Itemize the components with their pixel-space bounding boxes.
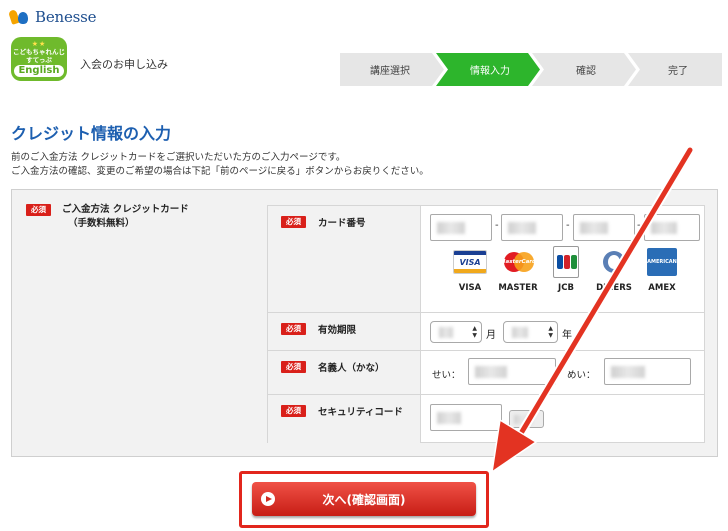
security-code-help-button[interactable] <box>509 410 544 428</box>
brand-name: Benesse <box>35 8 97 26</box>
benesse-mark-icon <box>8 8 32 26</box>
card-brand-diners: DINERS <box>590 250 638 293</box>
expiry-month-select[interactable]: ▲ ▼ <box>430 321 482 343</box>
card-brand-name: AMEX <box>648 283 676 293</box>
holder-label: 名義人（かな） <box>318 363 385 374</box>
card-separator: - <box>566 220 570 231</box>
mastercard-icon: MasterCard <box>501 250 535 274</box>
intro-line-2: ご入金方法の確認、変更のご希望の場合は下記「前のページに戻る」ボタンからお戻りく… <box>11 166 429 177</box>
amex-icon: AMERICAN <box>647 248 677 276</box>
holder-mei-input[interactable] <box>604 358 691 385</box>
required-badge: 必須 <box>281 216 306 228</box>
card-number-field-1[interactable] <box>430 214 492 241</box>
select-arrows-icon: ▲ ▼ <box>472 325 477 339</box>
visa-icon: VISA <box>453 250 487 274</box>
step-info-input: 情報入力 <box>440 53 540 86</box>
card-number-label-cell: 必須 カード番号 <box>268 206 421 312</box>
card-brand-name: DINERS <box>596 283 632 293</box>
step-label: 完了 <box>668 66 688 77</box>
page-title: クレジット情報の入力 <box>11 124 172 143</box>
holder-sei-input[interactable] <box>468 358 556 385</box>
next-confirm-button[interactable]: 次へ(確認画面) <box>252 482 476 516</box>
year-unit: 年 <box>562 330 572 341</box>
card-number-field-2[interactable] <box>501 214 563 241</box>
holder-label-cell: 必須 名義人（かな） <box>268 351 421 394</box>
required-badge: 必須 <box>26 204 51 216</box>
expiry-year-select[interactable]: ▲ ▼ <box>503 321 558 343</box>
intro-text: 前のご入金方法 クレジットカードをご選択いただいた方のご入力ページです。 ご入金… <box>11 151 429 179</box>
step-course-select: 講座選択 <box>340 53 440 86</box>
card-number-field-4[interactable] <box>644 214 700 241</box>
card-separator: - <box>495 220 499 231</box>
expiry-label-cell: 必須 有効期限 <box>268 313 421 350</box>
security-code-row: 必須 セキュリティコード <box>268 395 704 443</box>
card-brands: VISA VISA MasterCard MASTER JCB DINERS A… <box>446 246 686 293</box>
card-brand-name: VISA <box>458 283 482 293</box>
course-logo-line2: すてっぷ <box>26 56 52 64</box>
card-number-row: 必須 カード番号 - - - VISA VISA MasterCard MAST… <box>268 206 704 313</box>
card-brand-visa: VISA VISA <box>446 250 494 293</box>
security-code-label-cell: 必須 セキュリティコード <box>268 395 421 443</box>
required-badge: 必須 <box>281 323 306 335</box>
card-separator: - <box>637 220 641 231</box>
step-complete: 完了 <box>632 53 724 86</box>
jcb-icon <box>553 246 579 278</box>
payment-method-line1: ご入金方法 クレジットカード <box>62 204 189 215</box>
required-badge: 必須 <box>281 405 306 417</box>
play-icon <box>261 492 275 506</box>
step-confirm: 確認 <box>536 53 636 86</box>
card-brand-jcb: JCB <box>542 246 590 293</box>
holder-row: 必須 名義人（かな） せい： めい： <box>268 351 704 395</box>
course-logo: ★★ こどもちゃれんじ すてっぷ English <box>11 37 67 81</box>
required-badge: 必須 <box>281 361 306 373</box>
stars-icon: ★★ <box>31 40 47 48</box>
step-label: 講座選択 <box>370 66 410 77</box>
sei-label: せい： <box>432 370 461 381</box>
course-logo-main: English <box>14 65 64 77</box>
progress-steps: 講座選択 情報入力 確認 完了 <box>340 53 722 86</box>
card-brand-name: JCB <box>558 283 574 293</box>
card-info-table: 必須 カード番号 - - - VISA VISA MasterCard MAST… <box>267 205 705 443</box>
card-number-field-3[interactable] <box>573 214 635 241</box>
security-code-label: セキュリティコード <box>318 407 403 418</box>
select-arrows-icon: ▲ ▼ <box>548 325 553 339</box>
apply-title: 入会のお申し込み <box>80 58 168 71</box>
expiry-row: 必須 有効期限 ▲ ▼ 月 ▲ ▼ 年 <box>268 313 704 351</box>
submit-highlight: 次へ(確認画面) <box>239 471 489 528</box>
intro-line-1: 前のご入金方法 クレジットカードをご選択いただいた方のご入力ページです。 <box>11 152 346 163</box>
diners-icon <box>597 250 631 274</box>
security-code-input[interactable] <box>430 404 502 431</box>
expiry-label: 有効期限 <box>318 325 357 336</box>
card-brand-name: MASTER <box>498 283 538 293</box>
card-brand-master: MasterCard MASTER <box>494 250 542 293</box>
card-brand-amex: AMERICAN AMEX <box>638 248 686 293</box>
card-number-label: カード番号 <box>318 218 366 229</box>
payment-method-line2: （手数料無料） <box>68 218 135 229</box>
payment-method-label: ご入金方法 クレジットカード （手数料無料） <box>62 203 189 231</box>
step-label: 情報入力 <box>470 66 510 77</box>
benesse-logo: Benesse <box>8 8 97 26</box>
step-label: 確認 <box>576 66 596 77</box>
next-button-label: 次へ(確認画面) <box>322 492 406 507</box>
credit-form: 必須 ご入金方法 クレジットカード （手数料無料） 必須 カード番号 - - - <box>11 189 718 457</box>
mei-label: めい： <box>567 370 596 381</box>
course-logo-line1: こどもちゃれんじ <box>13 48 65 56</box>
month-unit: 月 <box>486 330 496 341</box>
